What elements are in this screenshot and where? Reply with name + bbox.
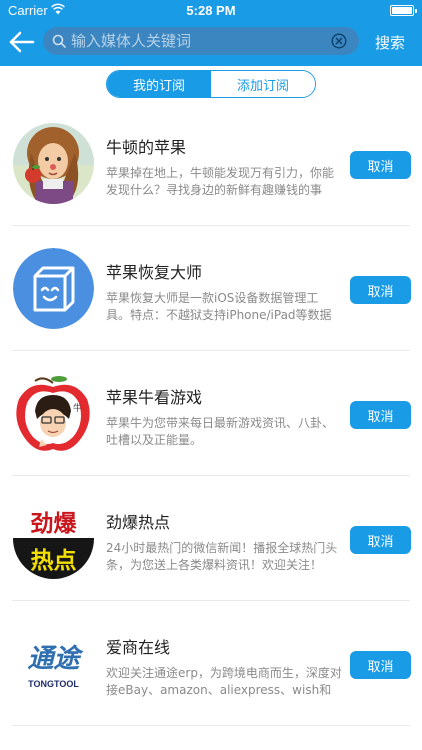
battery-icon [390, 5, 417, 16]
newton-portrait-icon [13, 123, 94, 204]
avatar: 牛 [13, 373, 94, 454]
status-time: 5:28 PM [186, 3, 236, 18]
cancel-button[interactable]: 取消 [350, 401, 411, 429]
logo-text-bottom: 热点 [31, 548, 77, 574]
avatar [13, 123, 94, 204]
cancel-button[interactable]: 取消 [350, 151, 411, 179]
search-field[interactable] [43, 27, 359, 55]
tongtool-logo-icon: 通途 TONGTOOL [13, 623, 94, 704]
search-icon [52, 34, 66, 48]
avatar: 劲爆 热点 [13, 498, 94, 579]
divider [12, 725, 410, 726]
subscription-list: 牛顿的苹果 苹果掉在地上，牛顿能发现万有引力，你能发现什么？寻找身边的新鲜有趣赚… [0, 101, 422, 726]
item-description: 苹果掉在地上，牛顿能发现万有引力，你能发现什么？寻找身边的新鲜有趣赚钱的事 [106, 166, 335, 197]
back-arrow-icon[interactable] [7, 28, 35, 56]
tab-add-subscription[interactable]: 添加订阅 [211, 71, 315, 97]
cancel-button[interactable]: 取消 [350, 276, 411, 304]
logo-text-top: 劲爆 [31, 511, 78, 537]
avatar: 通途 TONGTOOL [13, 623, 94, 704]
item-title: 牛顿的苹果 [106, 138, 187, 157]
item-description: 苹果牛为您带来每日最新游戏资讯、八卦、吐槽以及正能量。 [106, 416, 335, 447]
clear-icon[interactable] [331, 33, 347, 49]
item-title: 爱商在线 [106, 638, 171, 657]
cancel-button[interactable]: 取消 [350, 651, 411, 679]
logo-text-en: TONGTOOL [28, 679, 79, 689]
list-item[interactable]: 劲爆 热点 劲爆热点 24小时最热门的微信新闻！播报全球热门头条，为您送上各类爆… [0, 476, 422, 601]
avatar [13, 248, 94, 329]
search-input[interactable] [71, 27, 326, 55]
smiling-box-icon [13, 248, 94, 329]
subscription-tabs: 我的订阅 添加订阅 [106, 70, 316, 98]
logo-text-cn: 通途 [27, 644, 84, 674]
apple-badge-text: 牛 [73, 402, 82, 414]
item-title: 劲爆热点 [106, 513, 171, 532]
search-button[interactable]: 搜索 [375, 32, 405, 53]
item-description: 苹果恢复大师是一款iOS设备数据管理工具。特点：不越狱支持iPhone/iPad… [106, 291, 332, 322]
item-description: 24小时最热门的微信新闻！播报全球热门头条，为您送上各类爆料资讯！欢迎关注！ [106, 541, 338, 572]
cancel-button[interactable]: 取消 [350, 526, 411, 554]
list-item[interactable]: 通途 TONGTOOL 爱商在线 欢迎关注通途erp，为跨境电商而生，深度对接e… [0, 601, 422, 726]
apple-cartoon-icon: 牛 [16, 376, 90, 451]
nav-header: Carrier 5:28 PM 搜索 [0, 0, 422, 66]
status-bar: Carrier 5:28 PM [0, 0, 422, 22]
list-item[interactable]: 牛顿的苹果 苹果掉在地上，牛顿能发现万有引力，你能发现什么？寻找身边的新鲜有趣赚… [0, 101, 422, 226]
list-item[interactable]: 苹果恢复大师 苹果恢复大师是一款iOS设备数据管理工具。特点：不越狱支持iPho… [0, 226, 422, 351]
tab-my-subscriptions[interactable]: 我的订阅 [107, 71, 211, 97]
item-title: 苹果恢复大师 [106, 263, 203, 282]
jinbao-logo-icon: 劲爆 热点 [13, 498, 94, 579]
list-item[interactable]: 牛 苹果牛看游戏 苹果牛为您带来每日最新游戏资讯、八卦、吐槽以及正能量。 取消 [0, 351, 422, 476]
item-description: 欢迎关注通途erp，为跨境电商而生，深度对接eBay、amazon、aliexp… [106, 666, 342, 697]
item-title: 苹果牛看游戏 [106, 388, 203, 407]
